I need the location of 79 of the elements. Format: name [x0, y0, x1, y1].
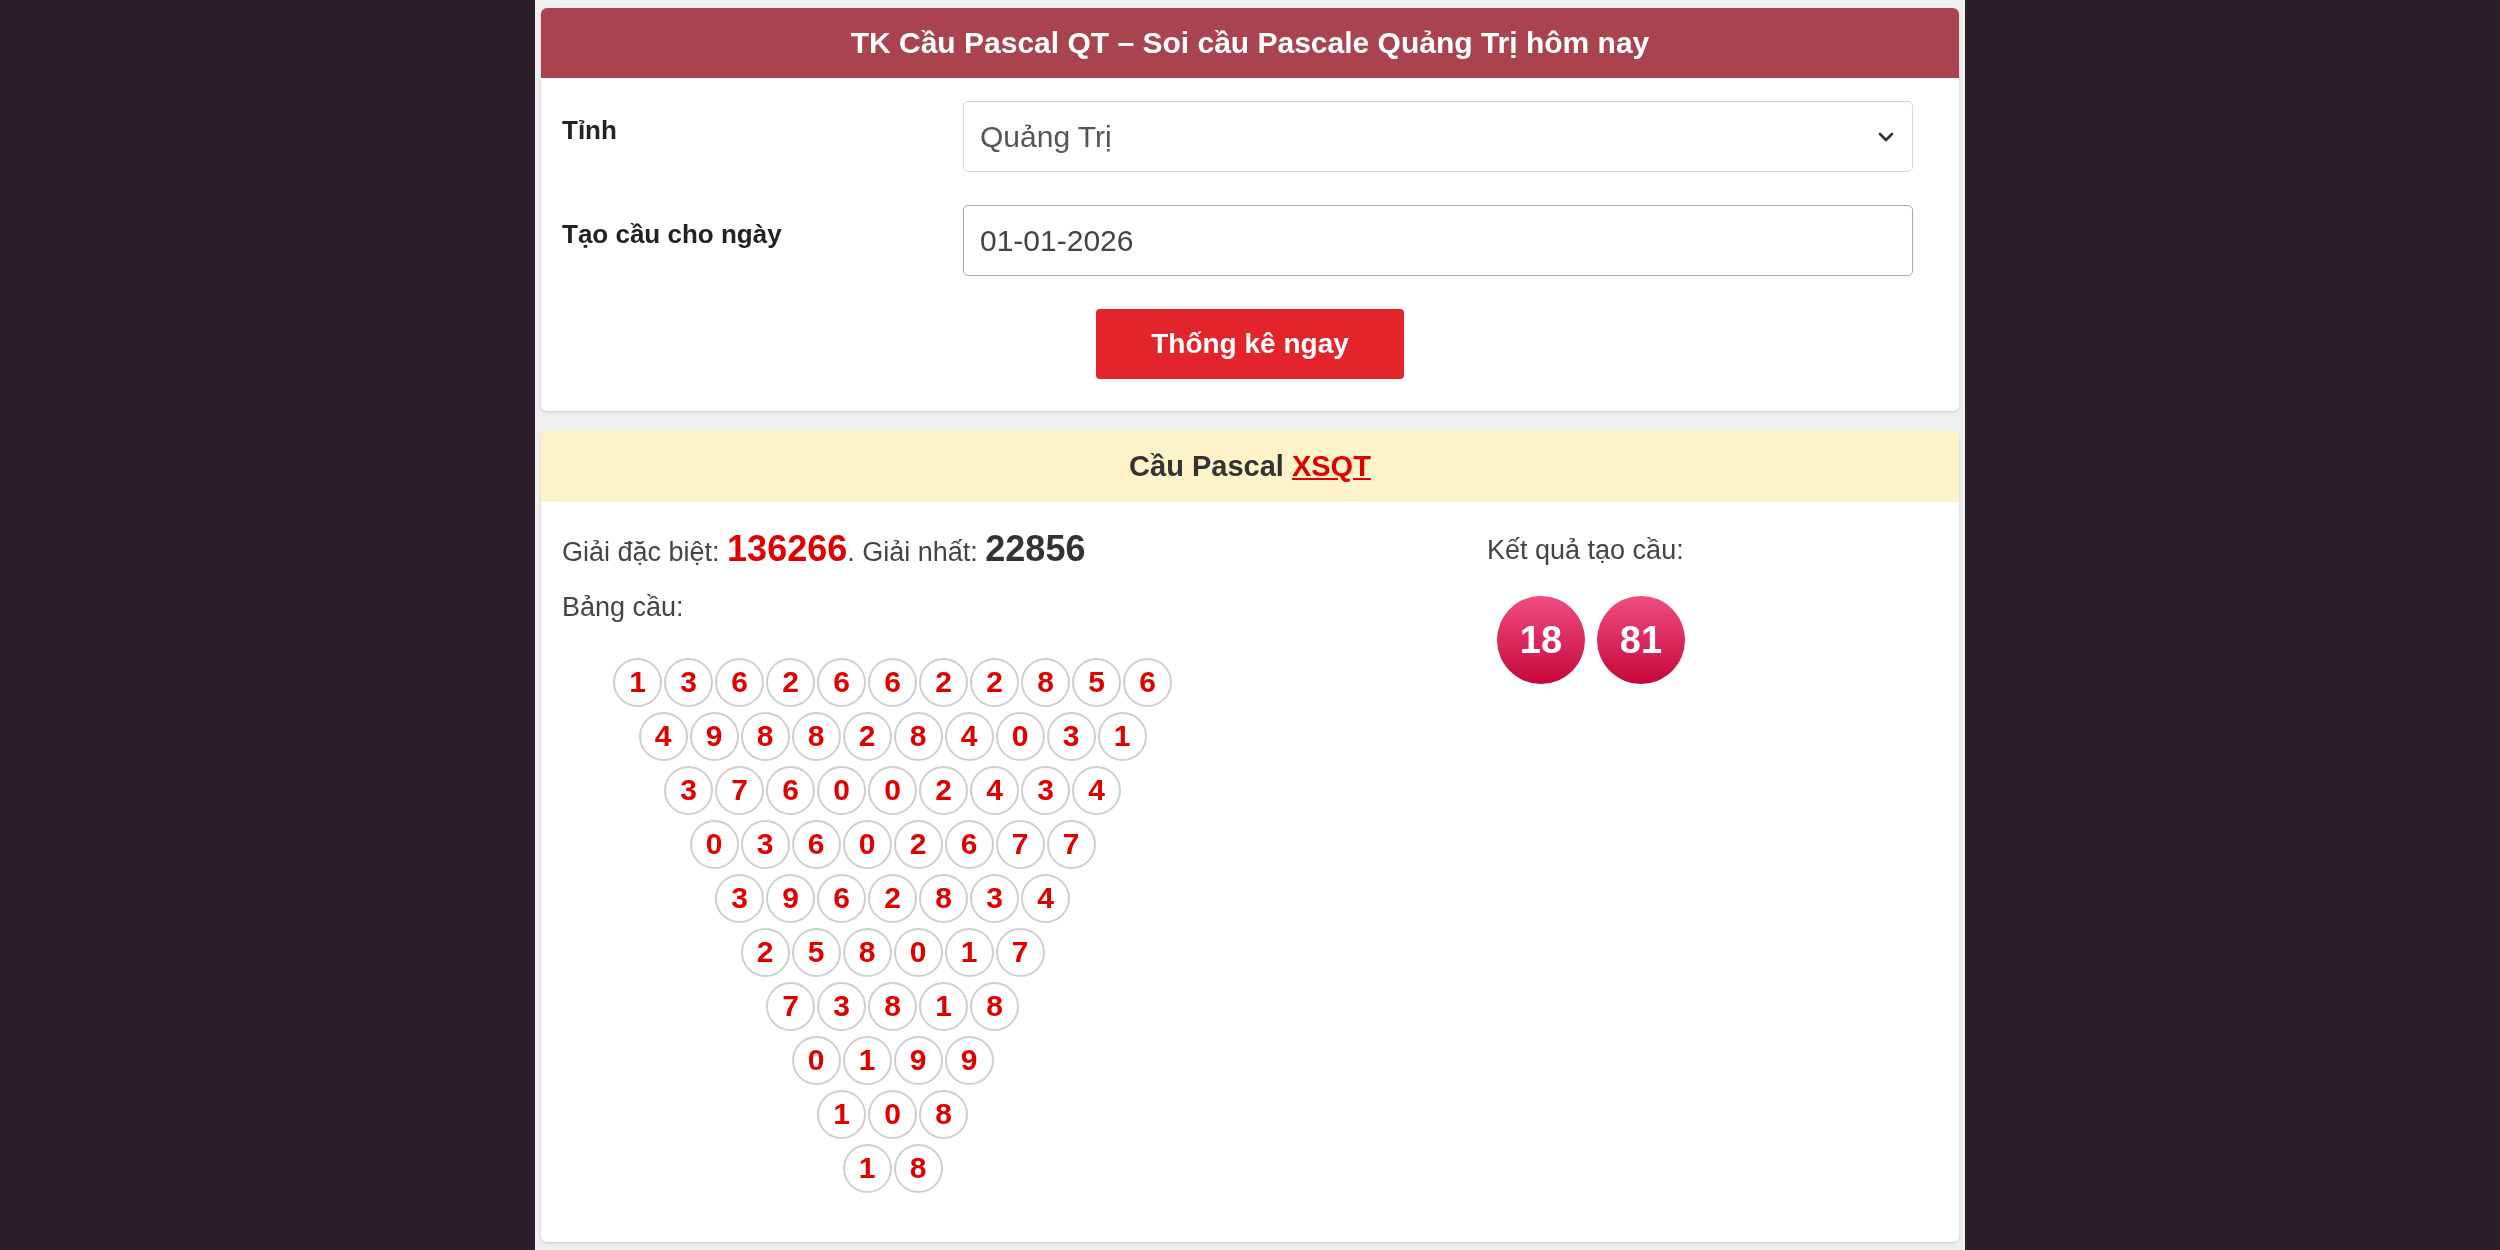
number-circle: 2 [919, 765, 968, 815]
number-circle: 0 [817, 765, 866, 815]
number-circle: 8 [740, 711, 790, 761]
number-circle: 0 [689, 819, 739, 869]
number-circle: 3 [740, 819, 790, 869]
number-circle: 8 [919, 873, 968, 923]
number-circle: 9 [893, 1035, 943, 1085]
section-title: Cầu Pascal XSQT [1129, 450, 1371, 483]
number-circle: 6 [791, 819, 841, 869]
result-ball: 18 [1497, 596, 1585, 684]
number-circle: 2 [970, 657, 1019, 707]
number-circle: 6 [1123, 657, 1172, 707]
number-circle: 8 [1021, 657, 1070, 707]
number-circle: 6 [817, 873, 866, 923]
number-circle: 6 [944, 819, 994, 869]
number-circle: 4 [944, 711, 994, 761]
number-circle: 4 [970, 765, 1019, 815]
number-circle: 7 [995, 927, 1045, 977]
number-circle: 1 [613, 657, 662, 707]
number-circle: 6 [868, 657, 917, 707]
number-circle: 9 [944, 1035, 994, 1085]
field-label: Tạo cầu cho ngày [562, 218, 782, 250]
number-circle: 8 [842, 927, 892, 977]
number-circle: 6 [715, 657, 764, 707]
number-circle: 1 [919, 981, 968, 1031]
number-circle: 3 [715, 873, 764, 923]
number-circle: 1 [842, 1035, 892, 1085]
number-circle: 0 [868, 765, 917, 815]
number-circle: 2 [842, 711, 892, 761]
number-circle: 3 [970, 873, 1019, 923]
number-circle: 1 [944, 927, 994, 977]
submit-button[interactable]: Thống kê ngay [1096, 309, 1404, 379]
number-circle: 6 [817, 657, 866, 707]
number-circle: 9 [689, 711, 739, 761]
date-input[interactable]: 01-01-2026 [963, 205, 1913, 276]
number-circle: 7 [715, 765, 764, 815]
number-circle: 0 [868, 1089, 917, 1139]
number-circle: 2 [740, 927, 790, 977]
number-circle: 1 [842, 1143, 892, 1193]
number-circle: 0 [842, 819, 892, 869]
number-circle: 7 [995, 819, 1045, 869]
number-circle: 2 [893, 819, 943, 869]
number-circle: 9 [766, 873, 815, 923]
number-circle: 8 [791, 711, 841, 761]
number-circle: 3 [817, 981, 866, 1031]
lottery-link[interactable]: XSQT [1291, 450, 1371, 482]
number-circle: 3 [664, 765, 713, 815]
number-circle: 2 [868, 873, 917, 923]
number-circle: 7 [766, 981, 815, 1031]
number-circle: 5 [791, 927, 841, 977]
number-circle: 7 [1046, 819, 1096, 869]
number-circle: 1 [1097, 711, 1147, 761]
result-ball: 81 [1597, 596, 1685, 684]
number-circle: 2 [766, 657, 815, 707]
number-circle: 8 [970, 981, 1019, 1031]
number-circle: 8 [893, 711, 943, 761]
number-circle: 0 [995, 711, 1045, 761]
province-select[interactable]: Quảng Trị [963, 101, 1913, 172]
number-circle: 3 [664, 657, 713, 707]
prize-results: Giải đặc biệt: 136266. Giải nhất: 22856 [562, 529, 1086, 571]
number-circle: 4 [1021, 873, 1070, 923]
field-label: Tỉnh [562, 114, 617, 146]
number-circle: 3 [1046, 711, 1096, 761]
number-circle: 5 [1072, 657, 1121, 707]
card-title: TK Cầu Pascal QT – Soi cầu Pascale Quảng Trị hôm nay [850, 26, 1650, 60]
number-circle: 0 [893, 927, 943, 977]
number-circle: 1 [817, 1089, 866, 1139]
number-circle: 8 [893, 1143, 943, 1193]
number-circle: 4 [1072, 765, 1121, 815]
number-circle: 3 [1021, 765, 1070, 815]
number-circle: 6 [766, 765, 815, 815]
number-circle: 8 [919, 1089, 968, 1139]
number-circle: 0 [791, 1035, 841, 1085]
number-circle: 4 [638, 711, 688, 761]
chevron-down-icon [1878, 131, 1894, 142]
table-label: Bảng cầu: [562, 591, 684, 624]
number-circle: 8 [868, 981, 917, 1031]
number-circle: 2 [919, 657, 968, 707]
result-label: Kết quả tạo cầu: [1487, 534, 1684, 567]
